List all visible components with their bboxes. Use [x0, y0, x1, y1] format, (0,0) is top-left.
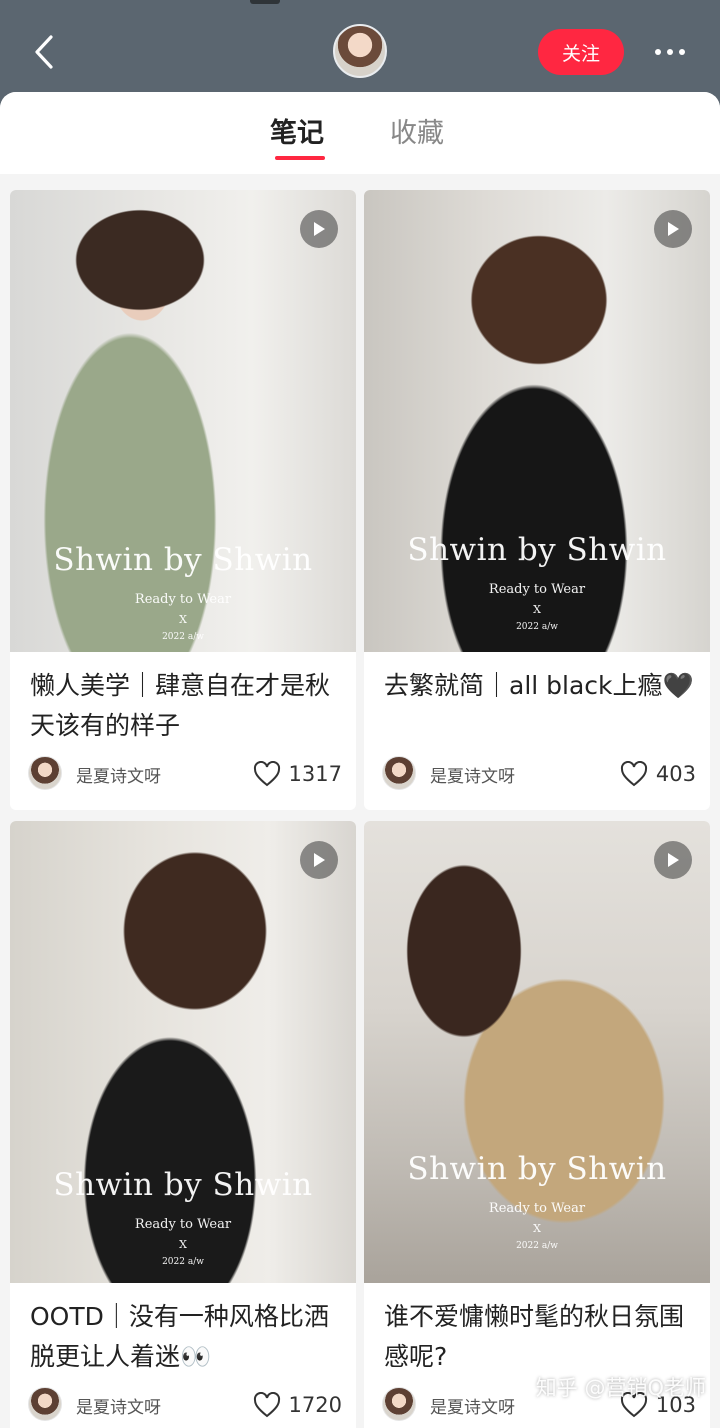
note-card[interactable]: Shwin by Shwin Ready to Wear X 2022 a/w … — [10, 190, 356, 810]
more-options-icon[interactable] — [648, 34, 692, 70]
author-name[interactable]: 是夏诗文呀 — [430, 1393, 515, 1418]
brand-overlay: Shwin by Shwin Ready to Wear X 2022 a/w — [10, 542, 356, 642]
like-button[interactable]: 403 — [620, 758, 696, 790]
brand-season: 2022 a/w — [162, 1257, 204, 1267]
author-name[interactable]: 是夏诗文呀 — [76, 762, 161, 787]
top-bar: 关注 — [0, 0, 720, 100]
heart-icon — [620, 761, 647, 787]
like-count: 1720 — [288, 1393, 342, 1417]
brand-x: X — [179, 1238, 187, 1251]
video-play-icon[interactable] — [300, 841, 338, 879]
note-footer: 是夏诗文呀 403 — [382, 756, 696, 792]
note-title[interactable]: 去繁就简｜all black上瘾🖤 — [384, 666, 694, 706]
brand-season: 2022 a/w — [516, 622, 558, 632]
heart-icon — [253, 1392, 280, 1418]
like-button[interactable]: 1720 — [253, 1389, 342, 1421]
video-play-icon[interactable] — [654, 841, 692, 879]
back-button[interactable] — [22, 30, 66, 74]
watermark: 知乎 @营销Q老师 — [535, 1376, 706, 1400]
brand-subtitle: Ready to Wear — [488, 1201, 586, 1216]
brand-title: Shwin by Shwin — [407, 1151, 667, 1187]
brand-title: Shwin by Shwin — [53, 542, 313, 578]
note-cover-image[interactable]: Shwin by Shwin Ready to Wear X 2022 a/w — [10, 190, 356, 652]
author-name[interactable]: 是夏诗文呀 — [76, 1393, 161, 1418]
note-footer: 是夏诗文呀 1317 — [28, 756, 342, 792]
profile-avatar[interactable] — [333, 24, 387, 78]
tab-bar: 笔记 收藏 — [0, 92, 720, 174]
brand-subtitle: Ready to Wear — [488, 582, 586, 597]
like-count: 1317 — [288, 762, 342, 786]
brand-x: X — [533, 603, 541, 616]
note-title[interactable]: 谁不爱慵懒时髦的秋日氛围感呢? — [384, 1297, 694, 1377]
status-notch — [250, 0, 280, 4]
note-footer: 是夏诗文呀 1720 — [28, 1387, 342, 1423]
note-cover-image[interactable]: Shwin by Shwin Ready to Wear X 2022 a/w — [364, 190, 710, 652]
author-avatar[interactable] — [382, 1387, 416, 1421]
author-avatar[interactable] — [382, 756, 416, 790]
active-tab-indicator — [275, 156, 325, 160]
brand-overlay: Shwin by Shwin Ready to Wear X 2022 a/w — [364, 1151, 710, 1251]
follow-button[interactable]: 关注 — [538, 29, 624, 75]
author-avatar[interactable] — [28, 756, 62, 790]
note-cover-image[interactable]: Shwin by Shwin Ready to Wear X 2022 a/w — [364, 821, 710, 1283]
chevron-left-icon — [35, 35, 53, 69]
note-card[interactable]: Shwin by Shwin Ready to Wear X 2022 a/w … — [364, 190, 710, 810]
brand-season: 2022 a/w — [162, 632, 204, 642]
video-play-icon[interactable] — [654, 210, 692, 248]
note-cover-image[interactable]: Shwin by Shwin Ready to Wear X 2022 a/w — [10, 821, 356, 1283]
note-title[interactable]: OOTD｜没有一种风格比洒脱更让人着迷👀 — [30, 1297, 340, 1377]
brand-overlay: Shwin by Shwin Ready to Wear X 2022 a/w — [364, 532, 710, 632]
content-sheet: 笔记 收藏 Shwin by Shwin Ready to Wear X 202… — [0, 92, 720, 1428]
brand-x: X — [533, 1222, 541, 1235]
note-title[interactable]: 懒人美学｜肆意自在才是秋天该有的样子 — [30, 666, 340, 746]
tab-collections[interactable]: 收藏 — [390, 114, 444, 154]
brand-overlay: Shwin by Shwin Ready to Wear X 2022 a/w — [10, 1167, 356, 1267]
tab-notes[interactable]: 笔记 — [270, 114, 324, 154]
like-button[interactable]: 1317 — [253, 758, 342, 790]
heart-icon — [253, 761, 280, 787]
brand-subtitle: Ready to Wear — [134, 1217, 232, 1232]
brand-title: Shwin by Shwin — [407, 532, 667, 568]
author-name[interactable]: 是夏诗文呀 — [430, 762, 515, 787]
video-play-icon[interactable] — [300, 210, 338, 248]
note-card[interactable]: Shwin by Shwin Ready to Wear X 2022 a/w … — [10, 821, 356, 1428]
author-avatar[interactable] — [28, 1387, 62, 1421]
brand-subtitle: Ready to Wear — [134, 592, 232, 607]
like-count: 403 — [655, 762, 696, 786]
brand-title: Shwin by Shwin — [53, 1167, 313, 1203]
brand-season: 2022 a/w — [516, 1241, 558, 1251]
brand-x: X — [179, 613, 187, 626]
note-card[interactable]: Shwin by Shwin Ready to Wear X 2022 a/w … — [364, 821, 710, 1428]
